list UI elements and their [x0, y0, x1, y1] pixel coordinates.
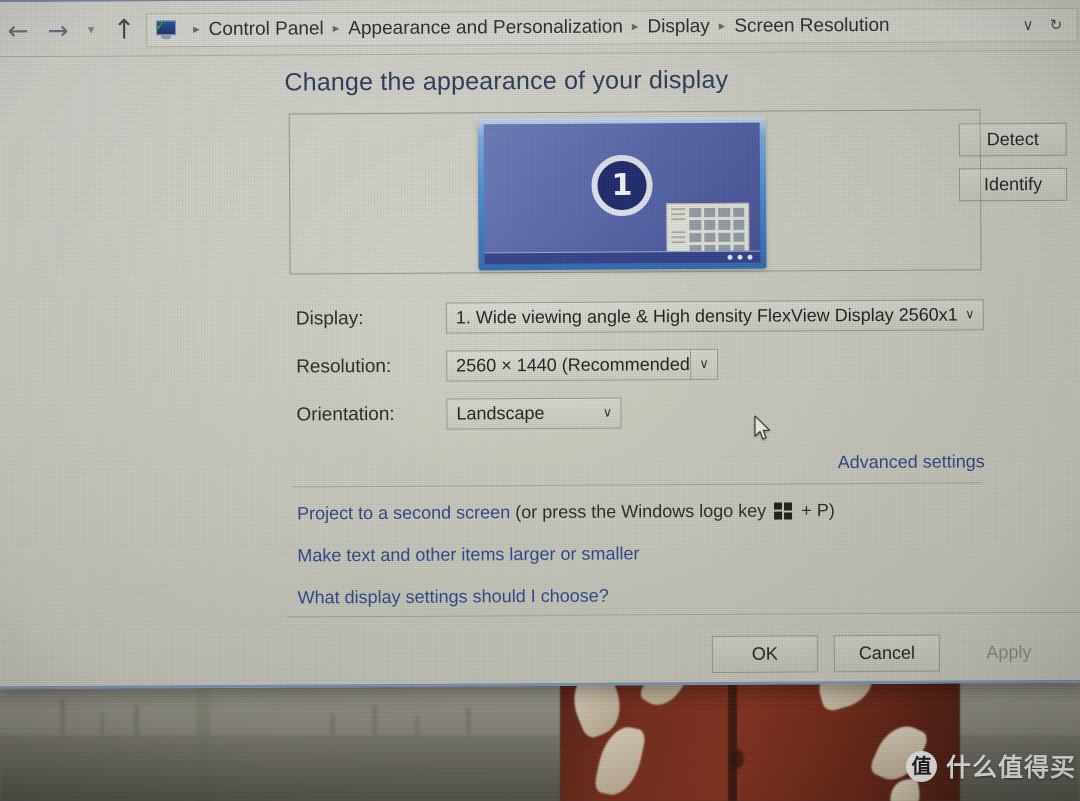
- orientation-select[interactable]: Landscape ∨: [446, 397, 622, 430]
- screenshot-root: 值 什么值得买 ← → ▾ ↑ ✓ ▸ Control Panel ▸ Appe…: [0, 0, 1080, 801]
- help-links: Project to a second screen (or press the…: [297, 500, 836, 629]
- what-display-settings-link[interactable]: What display settings should I choose?: [298, 586, 609, 608]
- resolution-row: Resolution: 2560 × 1440 (Recommended) ∨: [296, 348, 719, 383]
- breadcrumb-item-control-panel[interactable]: Control Panel: [207, 18, 326, 41]
- breadcrumb[interactable]: ✓ ▸ Control Panel ▸ Appearance and Perso…: [145, 7, 1079, 47]
- monitor-taskbar: [484, 250, 761, 265]
- chevron-down-icon: ∨: [965, 307, 975, 323]
- display-select[interactable]: 1. Wide viewing angle & High density Fle…: [445, 299, 984, 334]
- dialog-buttons: OK Cancel Apply: [711, 634, 1062, 673]
- apply-button: Apply: [986, 642, 1032, 663]
- breadcrumb-separator-icon: ▸: [718, 18, 726, 34]
- advanced-settings-link[interactable]: Advanced settings: [838, 451, 985, 473]
- watermark-text: 什么值得买: [946, 753, 1077, 782]
- content-pane: Change the appearance of your display 1: [0, 51, 1080, 684]
- back-arrow-icon[interactable]: ←: [0, 11, 38, 51]
- display-label: Display:: [295, 307, 364, 329]
- display-select-value: 1. Wide viewing angle & High density Fle…: [455, 304, 957, 328]
- project-to-second-screen-row: Project to a second screen (or press the…: [297, 500, 835, 524]
- chevron-down-icon[interactable]: ∨: [690, 349, 718, 380]
- breadcrumb-item-appearance-and-personalization[interactable]: Appearance and Personalization: [346, 16, 625, 40]
- breadcrumb-separator-icon: ▸: [631, 19, 639, 35]
- display-monitor-icon: ✓: [154, 16, 180, 41]
- orientation-select-value: Landscape: [456, 402, 545, 424]
- cancel-button[interactable]: Cancel: [833, 634, 941, 673]
- project-suffix-before: (or press the Windows logo key: [510, 500, 772, 523]
- mini-window-grid: [689, 207, 745, 255]
- address-bar: ← → ▾ ↑ ✓ ▸ Control Panel ▸ Appearance a…: [0, 0, 1079, 58]
- breadcrumb-item-display[interactable]: Display: [645, 15, 711, 37]
- project-suffix-after: + P): [796, 500, 835, 521]
- control-panel-window: ← → ▾ ↑ ✓ ▸ Control Panel ▸ Appearance a…: [0, 0, 1080, 690]
- monitor-preview[interactable]: 1: [477, 116, 767, 271]
- up-arrow-icon[interactable]: ↑: [104, 10, 144, 50]
- monitor-number-badge: 1: [591, 154, 653, 216]
- page-title: Change the appearance of your display: [284, 65, 729, 97]
- wallpaper-grass: [415, 716, 419, 744]
- project-to-second-screen-link[interactable]: Project to a second screen: [297, 502, 510, 523]
- wallpaper-post: [196, 676, 210, 801]
- chevron-down-icon: ∨: [602, 405, 613, 421]
- display-preview-panel: 1: [288, 109, 982, 275]
- resolution-label: Resolution:: [296, 355, 392, 377]
- coat-button: [730, 750, 743, 768]
- windows-logo-key-icon: [774, 502, 793, 520]
- address-dropdown-chevron-down-icon[interactable]: ∨: [1015, 9, 1041, 39]
- preview-actions: Detect Identify: [958, 122, 1068, 202]
- wallpaper-grass: [100, 712, 104, 746]
- monitor-bezel: 1: [477, 116, 767, 271]
- forward-arrow-icon[interactable]: →: [38, 10, 78, 50]
- make-text-larger-link[interactable]: Make text and other items larger or smal…: [297, 543, 639, 565]
- watermark: 值 什么值得买: [906, 748, 1076, 784]
- orientation-row: Orientation: Landscape ∨: [296, 397, 622, 431]
- refresh-icon[interactable]: ↻: [1043, 9, 1069, 39]
- orientation-label: Orientation:: [296, 403, 395, 425]
- breadcrumb-item-screen-resolution[interactable]: Screen Resolution: [732, 14, 891, 37]
- display-row: Display: 1. Wide viewing angle & High de…: [296, 299, 984, 334]
- recent-locations-chevron-down-icon[interactable]: ▾: [78, 10, 104, 50]
- monitor-screen: 1: [483, 122, 761, 265]
- resolution-select-value: 2560 × 1440 (Recommended): [456, 354, 691, 376]
- wallpaper-grass: [330, 714, 335, 746]
- wallpaper-grass: [60, 700, 65, 742]
- ok-button[interactable]: OK: [711, 635, 819, 673]
- wallpaper-grass: [134, 706, 139, 746]
- divider: [291, 482, 982, 488]
- wallpaper-grass: [372, 706, 377, 746]
- make-text-larger-row: Make text and other items larger or smal…: [297, 542, 835, 566]
- mini-window-sidebar: [671, 208, 686, 254]
- what-display-settings-row: What display settings should I choose?: [298, 584, 836, 608]
- identify-button[interactable]: Identify: [958, 167, 1068, 202]
- wallpaper-grass: [466, 708, 471, 744]
- detect-button[interactable]: Detect: [958, 122, 1067, 157]
- resolution-select[interactable]: 2560 × 1440 (Recommended) ∨: [446, 348, 719, 382]
- watermark-logo-icon: 值: [906, 750, 937, 782]
- breadcrumb-separator-icon: ▸: [193, 22, 200, 38]
- breadcrumb-separator-icon: ▸: [332, 21, 340, 37]
